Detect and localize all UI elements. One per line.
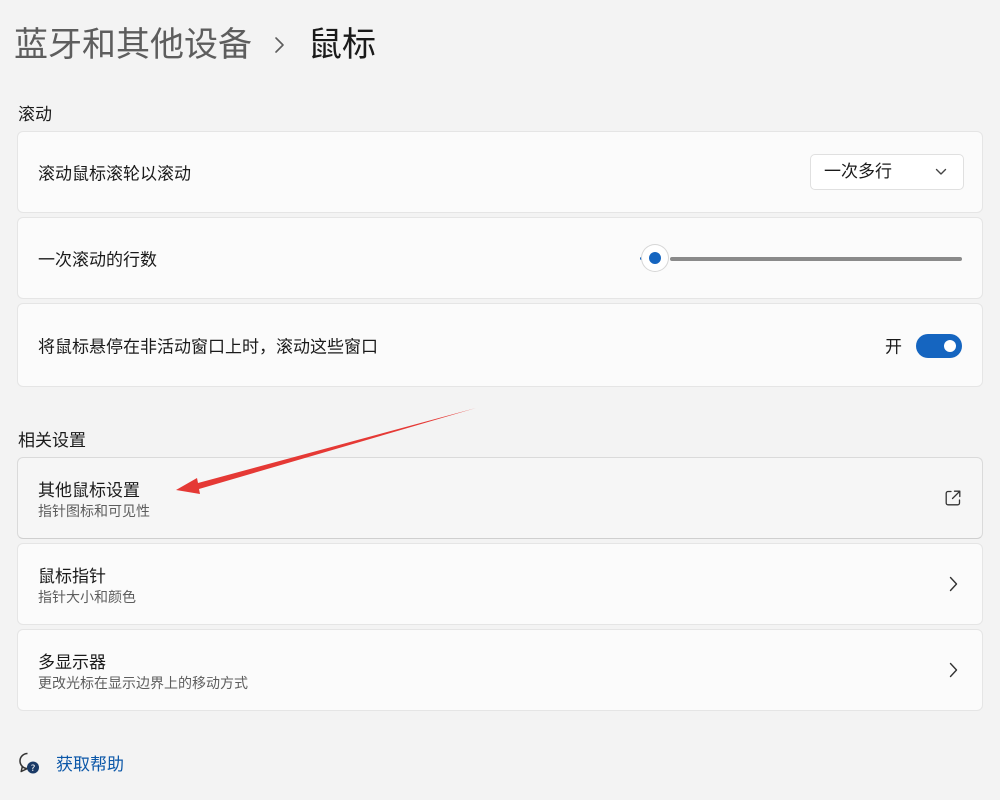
page-title: 鼠标 (308, 25, 376, 65)
breadcrumb: 蓝牙和其他设备 鼠标 (14, 22, 376, 68)
scroll-amount-dropdown[interactable]: 一次多行 (810, 154, 964, 190)
scroll-lines-slider[interactable] (640, 245, 962, 271)
related-item-title: 鼠标指针 (38, 567, 106, 587)
scroll-lines-row: 一次滚动的行数 (17, 217, 983, 299)
dropdown-selected-value: 一次多行 (824, 162, 892, 182)
related-item-multiple-displays[interactable]: 多显示器 更改光标在显示边界上的移动方式 (17, 629, 983, 711)
get-help-link[interactable]: 获取帮助 (56, 750, 124, 775)
scroll-wheel-label: 滚动鼠标滚轮以滚动 (38, 164, 191, 185)
related-item-subtitle: 指针大小和颜色 (38, 590, 136, 606)
open-external-icon (945, 490, 961, 506)
related-item-additional-mouse-settings[interactable]: 其他鼠标设置 指针图标和可见性 (17, 457, 983, 539)
breadcrumb-parent-link[interactable]: 蓝牙和其他设备 (14, 22, 252, 68)
related-item-title: 多显示器 (38, 653, 106, 673)
svg-text:?: ? (31, 764, 36, 774)
slider-thumb[interactable] (642, 245, 668, 271)
chevron-right-icon (949, 576, 958, 592)
inactive-scroll-row: 将鼠标悬停在非活动窗口上时，滚动这些窗口 开 (17, 303, 983, 387)
get-help[interactable]: ? 获取帮助 (18, 750, 124, 775)
mouse-settings-page: 蓝牙和其他设备 鼠标 滚动 滚动鼠标滚轮以滚动 一次多行 一次滚动的行数 将鼠标… (0, 0, 1000, 800)
toggle-knob (944, 340, 956, 352)
help-chat-icon: ? (19, 752, 39, 774)
toggle-state-label: 开 (885, 337, 902, 358)
inactive-scroll-label: 将鼠标悬停在非活动窗口上时，滚动这些窗口 (38, 337, 378, 358)
related-item-title: 其他鼠标设置 (38, 481, 140, 501)
scroll-wheel-row: 滚动鼠标滚轮以滚动 一次多行 (17, 131, 983, 213)
related-item-mouse-pointer[interactable]: 鼠标指针 指针大小和颜色 (17, 543, 983, 625)
chevron-right-icon (949, 662, 958, 678)
related-item-subtitle: 指针图标和可见性 (38, 504, 150, 520)
section-title-related: 相关设置 (18, 431, 86, 451)
inactive-scroll-toggle[interactable] (916, 334, 962, 358)
related-item-subtitle: 更改光标在显示边界上的移动方式 (38, 676, 248, 692)
chevron-right-icon (274, 22, 292, 68)
chevron-down-icon (935, 168, 947, 175)
slider-track[interactable] (670, 257, 962, 261)
scroll-lines-label: 一次滚动的行数 (38, 250, 157, 271)
section-title-scroll: 滚动 (18, 105, 52, 125)
